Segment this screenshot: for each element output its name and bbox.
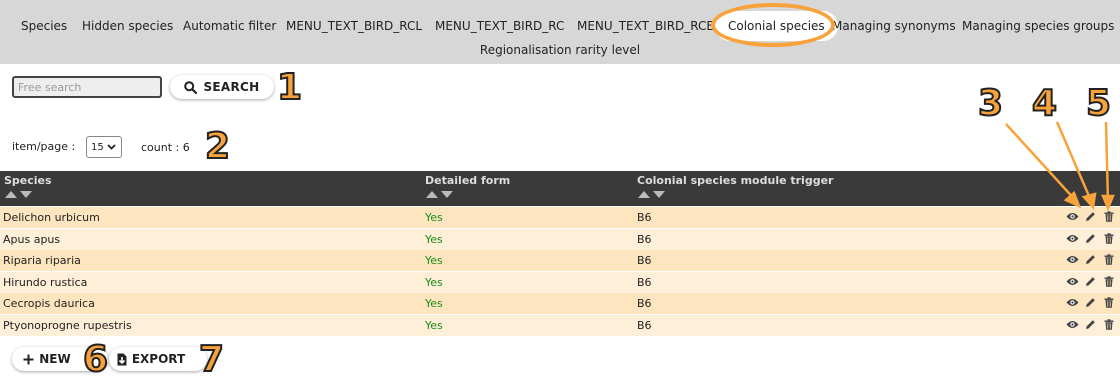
record-count: count : 6 — [141, 141, 190, 154]
cell-species: Delichon urbicum — [3, 211, 100, 224]
tab-hidden-species[interactable]: Hidden species — [82, 11, 173, 41]
callout-number-3: 3 — [977, 83, 1004, 124]
callout-number-7: 7 — [198, 339, 225, 380]
cell-colonial-trigger: B6 — [637, 254, 652, 267]
callout-number-4: 4 — [1031, 83, 1058, 124]
top-navigation: Species Hidden species Automatic filter … — [0, 0, 1120, 64]
sort-down-icon[interactable] — [653, 191, 665, 198]
pencil-icon[interactable] — [1084, 318, 1097, 331]
callout-number-6: 6 — [82, 339, 109, 380]
cell-species: Riparia riparia — [3, 254, 81, 267]
cell-detailed-form: Yes — [425, 297, 443, 310]
cell-colonial-trigger: B6 — [637, 318, 652, 332]
cell-colonial-trigger: B6 — [637, 297, 652, 310]
sort-down-icon[interactable] — [20, 191, 32, 198]
search-button-label: SEARCH — [203, 80, 260, 94]
tab-managing-synonyms[interactable]: Managing synonyms — [832, 11, 956, 41]
pencil-icon[interactable] — [1084, 232, 1097, 245]
items-per-page-select[interactable]: 15 — [86, 136, 122, 158]
sort-up-icon[interactable] — [426, 191, 438, 198]
callout-number-5: 5 — [1085, 83, 1112, 124]
eye-icon[interactable] — [1066, 296, 1079, 309]
chevron-down-icon — [107, 144, 116, 150]
eye-icon[interactable] — [1066, 253, 1079, 266]
file-download-icon — [117, 353, 127, 366]
export-button[interactable]: EXPORT — [109, 347, 207, 371]
tab-automatic-filter[interactable]: Automatic filter — [183, 11, 276, 41]
pencil-icon[interactable] — [1084, 275, 1097, 288]
trash-icon[interactable] — [1102, 296, 1115, 309]
export-button-label: EXPORT — [131, 352, 186, 366]
trash-icon[interactable] — [1102, 318, 1115, 331]
cell-species: Apus apus — [3, 232, 61, 246]
callout-number-2: 2 — [204, 126, 231, 167]
eye-icon[interactable] — [1066, 318, 1079, 331]
cell-colonial-trigger: B6 — [637, 211, 652, 224]
tab-regionalisation-rarity-level[interactable]: Regionalisation rarity level — [0, 43, 1120, 57]
pencil-icon[interactable] — [1084, 253, 1097, 266]
sort-down-icon[interactable] — [441, 191, 453, 198]
tab-menu-text-bird-rcl[interactable]: MENU_TEXT_BIRD_RCL — [286, 11, 422, 41]
new-button-label: NEW — [39, 352, 71, 366]
row-actions — [1066, 210, 1115, 223]
cell-species: Ptyonoprogne rupestris — [3, 318, 132, 332]
trash-icon[interactable] — [1102, 232, 1115, 245]
cell-species: Hirundo rustica — [3, 275, 88, 289]
tab-menu-text-bird-rc[interactable]: MENU_TEXT_BIRD_RC — [435, 11, 564, 41]
callout-number-1: 1 — [276, 67, 303, 108]
cell-detailed-form: Yes — [425, 275, 443, 289]
table-header: Species Detailed form Colonial species m… — [0, 171, 1120, 206]
tab-menu-text-bird-rce[interactable]: MENU_TEXT_BIRD_RCE — [577, 11, 714, 41]
table-row[interactable]: Delichon urbicum Yes B6 — [0, 207, 1120, 228]
sort-up-icon[interactable] — [638, 191, 650, 198]
items-per-page-label: item/page : — [12, 140, 76, 153]
cell-detailed-form: Yes — [425, 254, 443, 267]
row-actions — [1066, 318, 1115, 331]
eye-icon[interactable] — [1066, 275, 1079, 288]
table-row[interactable]: Riparia riparia Yes B6 — [0, 250, 1120, 271]
cell-detailed-form: Yes — [425, 318, 443, 332]
trash-icon[interactable] — [1102, 253, 1115, 266]
table-row[interactable]: Ptyonoprogne rupestris Yes B6 — [0, 314, 1120, 336]
eye-icon[interactable] — [1066, 232, 1079, 245]
table-row[interactable]: Apus apus Yes B6 — [0, 228, 1120, 250]
trash-icon[interactable] — [1102, 275, 1115, 288]
trash-icon[interactable] — [1102, 210, 1115, 223]
row-actions — [1066, 296, 1115, 309]
cell-detailed-form: Yes — [425, 232, 443, 246]
table-row[interactable]: Cecropis daurica Yes B6 — [0, 293, 1120, 314]
tab-colonial-species[interactable]: Colonial species — [715, 11, 838, 41]
search-icon — [184, 80, 198, 94]
plus-icon — [23, 354, 34, 365]
tab-managing-species-groups[interactable]: Managing species groups — [962, 11, 1114, 41]
row-actions — [1066, 232, 1115, 245]
column-header-species: Species — [4, 174, 52, 187]
row-actions — [1066, 275, 1115, 288]
tab-species[interactable]: Species — [21, 11, 67, 41]
column-header-colonial-trigger: Colonial species module trigger — [637, 174, 834, 187]
items-per-page-value: 15 — [91, 141, 104, 153]
sort-controls-species[interactable] — [5, 191, 32, 198]
pencil-icon[interactable] — [1084, 210, 1097, 223]
eye-icon[interactable] — [1066, 210, 1079, 223]
pencil-icon[interactable] — [1084, 296, 1097, 309]
search-button[interactable]: SEARCH — [170, 75, 274, 99]
cell-species: Cecropis daurica — [3, 297, 95, 310]
row-actions — [1066, 253, 1115, 266]
sort-controls-colonial-trigger[interactable] — [638, 191, 665, 198]
sort-up-icon[interactable] — [5, 191, 17, 198]
cell-colonial-trigger: B6 — [637, 232, 652, 246]
cell-detailed-form: Yes — [425, 211, 443, 224]
column-header-detailed-form: Detailed form — [425, 174, 511, 187]
search-input[interactable] — [12, 76, 162, 98]
sort-controls-detailed-form[interactable] — [426, 191, 453, 198]
cell-colonial-trigger: B6 — [637, 275, 652, 289]
table-row[interactable]: Hirundo rustica Yes B6 — [0, 271, 1120, 293]
